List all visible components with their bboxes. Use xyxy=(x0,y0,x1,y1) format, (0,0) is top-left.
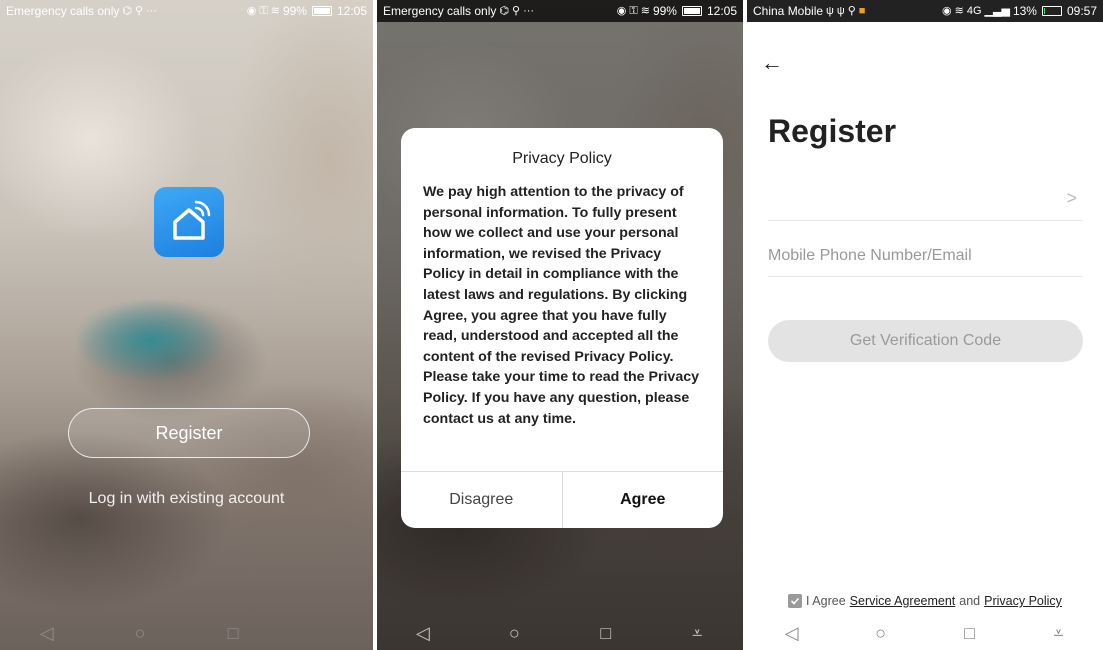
background-image xyxy=(0,0,373,650)
search-icon: ⚲ xyxy=(135,4,144,17)
app-logo xyxy=(154,187,224,257)
carrier-text: China Mobile xyxy=(753,4,824,18)
clock: 12:05 xyxy=(336,4,367,18)
phone-email-input[interactable] xyxy=(768,236,1083,277)
disagree-button[interactable]: Disagree xyxy=(401,472,562,528)
page-title: Register xyxy=(768,113,897,149)
sim-icon: ⌬ xyxy=(499,4,509,17)
triangle-back-icon[interactable]: ◁ xyxy=(772,623,812,644)
nav-bar: ◁ ○ □ xyxy=(0,616,373,650)
country-selector[interactable]: > xyxy=(768,180,1083,221)
service-agreement-link[interactable]: Service Agreement xyxy=(850,594,956,608)
square-recent-icon[interactable]: □ xyxy=(586,623,626,644)
pull-down-icon[interactable]: ⩡ xyxy=(677,623,717,644)
status-bar: China Mobile ψ ψ ⚲ ■ ◉ ≋ 4G ▁▃▅ 13% 09:5… xyxy=(747,0,1103,22)
more-icon: ··· xyxy=(523,4,535,17)
battery-icon xyxy=(681,6,702,16)
usb-icon-2: ψ xyxy=(836,4,845,17)
square-recent-icon[interactable]: □ xyxy=(213,623,253,644)
square-recent-icon[interactable]: □ xyxy=(950,623,990,644)
checkmark-icon xyxy=(790,597,800,605)
battery-percent: 99% xyxy=(282,4,307,18)
usb-icon: ψ xyxy=(826,4,834,17)
battery-percent: 99% xyxy=(652,4,677,18)
carrier-text: Emergency calls only xyxy=(6,4,120,18)
circle-home-icon[interactable]: ○ xyxy=(861,623,901,644)
eye-icon: ◉ xyxy=(616,4,627,17)
agree-prefix: I Agree xyxy=(806,594,846,608)
key-icon: ⚿ xyxy=(259,4,268,17)
welcome-screen: Emergency calls only ⌬ ⚲ ··· ◉ ⚿ ≋ 99% 1… xyxy=(0,0,373,650)
login-existing-link[interactable]: Log in with existing account xyxy=(0,490,373,508)
privacy-policy-link[interactable]: Privacy Policy xyxy=(984,594,1062,608)
nav-bar: ◁ ○ □ ⩡ xyxy=(747,616,1103,650)
battery-icon xyxy=(311,6,332,16)
status-bar: Emergency calls only ⌬ ⚲ ··· ◉ ⚿ ≋ 99% 1… xyxy=(0,0,373,22)
circle-home-icon[interactable]: ○ xyxy=(120,623,160,644)
carrier-text: Emergency calls only xyxy=(383,4,497,18)
wifi-icon: ≋ xyxy=(640,4,650,17)
agreement-row: I Agree Service Agreement and Privacy Po… xyxy=(747,594,1103,608)
wifi-icon: ≋ xyxy=(270,4,280,17)
dialog-actions: Disagree Agree xyxy=(401,471,723,528)
search-icon: ⚲ xyxy=(512,4,521,17)
triangle-back-icon[interactable]: ◁ xyxy=(27,623,67,644)
more-icon: ··· xyxy=(146,4,158,17)
battery-icon xyxy=(1041,6,1062,16)
chevron-right-icon: > xyxy=(1066,188,1077,208)
triangle-back-icon[interactable]: ◁ xyxy=(403,623,443,644)
privacy-dialog: Privacy Policy We pay high attention to … xyxy=(401,128,723,528)
dialog-body: We pay high attention to the privacy of … xyxy=(423,184,699,427)
agree-checkbox[interactable] xyxy=(788,594,803,608)
clock: 12:05 xyxy=(706,4,737,18)
nav-bar: ◁ ○ □ ⩡ xyxy=(377,616,743,650)
pull-down-icon[interactable]: ⩡ xyxy=(1039,623,1079,644)
battery-percent: 13% xyxy=(1012,4,1037,18)
and-text: and xyxy=(959,594,981,608)
key-icon: ⚿ xyxy=(629,4,638,17)
get-verification-code-button[interactable]: Get Verification Code xyxy=(768,320,1083,362)
wifi-icon: ≋ xyxy=(954,4,964,17)
circle-home-icon[interactable]: ○ xyxy=(494,623,534,644)
eye-icon: ◉ xyxy=(942,4,952,17)
status-bar: Emergency calls only ⌬ ⚲ ··· ◉ ⚿ ≋ 99% 1… xyxy=(377,0,743,22)
home-wifi-icon xyxy=(173,200,211,240)
signal-bars-icon: ▁▃▅ xyxy=(984,4,1010,17)
privacy-screen: Emergency calls only ⌬ ⚲ ··· ◉ ⚿ ≋ 99% 1… xyxy=(377,0,743,650)
eye-icon: ◉ xyxy=(246,4,257,17)
dialog-title: Privacy Policy xyxy=(512,150,612,167)
search-icon: ⚲ xyxy=(847,4,856,17)
sim-icon: ⌬ xyxy=(122,4,132,17)
agree-button[interactable]: Agree xyxy=(561,472,724,528)
register-button[interactable]: Register xyxy=(68,408,310,458)
arrow-left-icon[interactable]: ← xyxy=(761,50,783,76)
signal-type: 4G xyxy=(966,4,982,17)
register-screen: China Mobile ψ ψ ⚲ ■ ◉ ≋ 4G ▁▃▅ 13% 09:5… xyxy=(747,0,1103,650)
app-notification-icon: ■ xyxy=(858,4,866,17)
clock: 09:57 xyxy=(1066,4,1097,18)
